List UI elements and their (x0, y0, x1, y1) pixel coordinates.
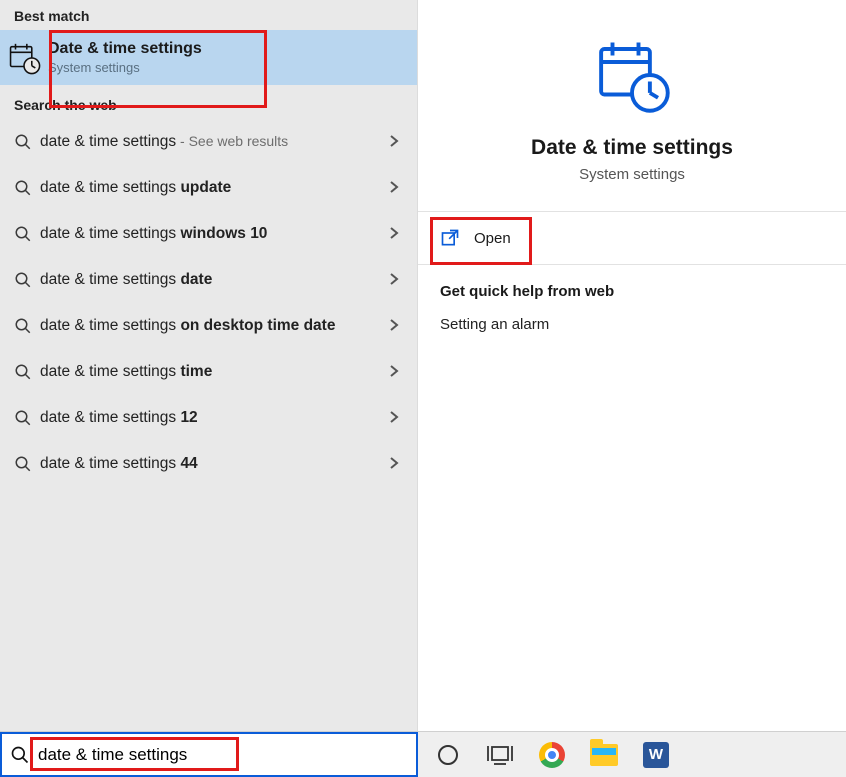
best-match-subtitle: System settings (48, 60, 417, 75)
web-result-item[interactable]: date & time settings 44 (0, 441, 417, 487)
search-icon (6, 363, 40, 381)
taskbar-icons: W (418, 732, 846, 777)
cortana-icon[interactable] (424, 735, 472, 775)
chevron-right-icon (379, 134, 409, 151)
help-header: Get quick help from web (440, 283, 824, 300)
chevron-right-icon (379, 456, 409, 473)
web-result-item[interactable]: date & time settings windows 10 (0, 211, 417, 257)
web-result-item[interactable]: date & time settings - See web results (0, 119, 417, 165)
web-result-item[interactable]: date & time settings on desktop time dat… (0, 303, 417, 349)
detail-hero: Date & time settings System settings (418, 0, 846, 212)
detail-title: Date & time settings (531, 136, 733, 160)
search-icon (6, 133, 40, 151)
chevron-right-icon (379, 226, 409, 243)
best-match-header: Best match (0, 0, 417, 30)
web-result-label: date & time settings windows 10 (40, 224, 379, 245)
open-label: Open (474, 230, 511, 247)
detail-subtitle: System settings (579, 166, 685, 183)
results-panel: Best match Date & time settings System s… (0, 0, 418, 731)
calendar-clock-icon (0, 41, 48, 75)
task-view-icon[interactable] (476, 735, 524, 775)
chevron-right-icon (379, 318, 409, 335)
chevron-right-icon (379, 410, 409, 427)
open-icon (440, 228, 460, 248)
search-icon (6, 409, 40, 427)
word-icon[interactable]: W (632, 735, 680, 775)
help-link[interactable]: Setting an alarm (440, 316, 824, 333)
chevron-right-icon (379, 364, 409, 381)
search-box[interactable] (0, 732, 418, 777)
search-web-header: Search the web (0, 85, 417, 119)
chrome-icon[interactable] (528, 735, 576, 775)
search-icon (6, 455, 40, 473)
search-icon (6, 317, 40, 335)
search-icon (6, 271, 40, 289)
web-result-label: date & time settings date (40, 270, 379, 291)
web-result-item[interactable]: date & time settings time (0, 349, 417, 395)
web-result-label: date & time settings update (40, 178, 379, 199)
web-result-label: date & time settings 12 (40, 408, 379, 429)
calendar-clock-icon (593, 36, 671, 118)
best-match-item[interactable]: Date & time settings System settings (0, 30, 417, 85)
file-explorer-icon[interactable] (580, 735, 628, 775)
best-match-title: Date & time settings (48, 40, 417, 58)
web-result-item[interactable]: date & time settings 12 (0, 395, 417, 441)
web-result-item[interactable]: date & time settings update (0, 165, 417, 211)
search-input[interactable] (38, 745, 410, 765)
web-result-label: date & time settings on desktop time dat… (40, 316, 379, 337)
search-icon (6, 225, 40, 243)
taskbar: W (0, 731, 846, 777)
web-result-label: date & time settings time (40, 362, 379, 383)
chevron-right-icon (379, 272, 409, 289)
search-icon (6, 179, 40, 197)
web-result-label: date & time settings - See web results (40, 132, 379, 153)
help-section: Get quick help from web Setting an alarm (418, 265, 846, 351)
web-result-label: date & time settings 44 (40, 454, 379, 475)
chevron-right-icon (379, 180, 409, 197)
search-icon (10, 745, 30, 765)
web-result-item[interactable]: date & time settings date (0, 257, 417, 303)
detail-panel: Date & time settings System settings Ope… (418, 0, 846, 731)
web-results-list: date & time settings - See web results da… (0, 119, 417, 487)
open-action[interactable]: Open (418, 212, 846, 265)
